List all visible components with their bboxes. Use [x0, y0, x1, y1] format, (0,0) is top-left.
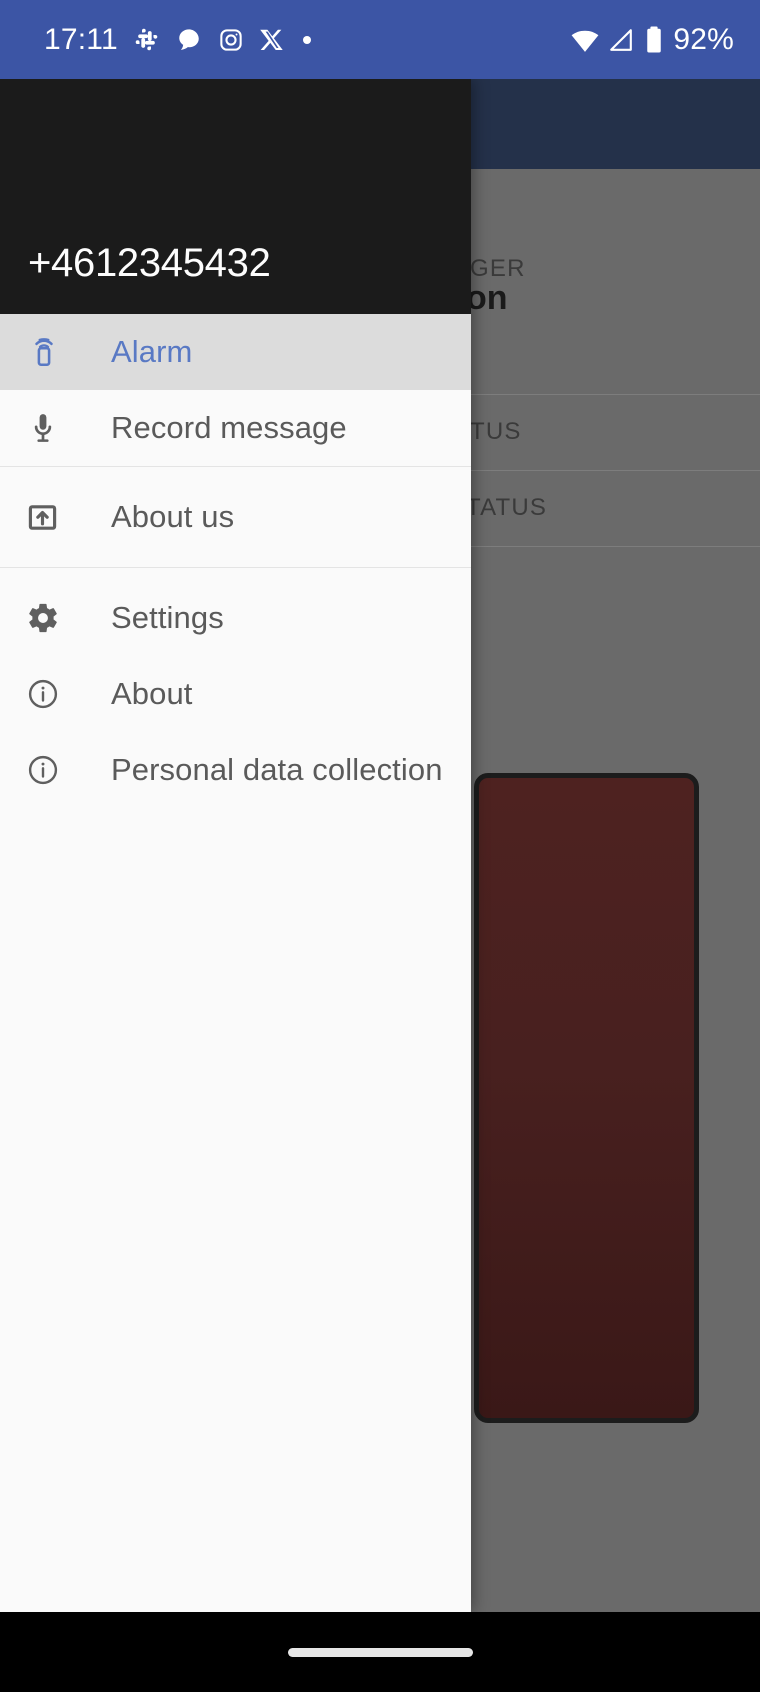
status-clock: 17:11	[44, 22, 118, 56]
drawer-group-about-us: About us	[0, 467, 471, 568]
slack-icon	[133, 26, 160, 53]
drawer-item-about[interactable]: About	[0, 656, 471, 732]
open-in-new-icon	[26, 501, 84, 534]
dot-icon	[301, 34, 313, 46]
cellular-signal-icon	[607, 26, 635, 54]
drawer-phone-number: +4612345432	[28, 241, 271, 285]
drawer-item-alarm[interactable]: Alarm	[0, 314, 471, 390]
home-gesture-pill[interactable]	[287, 1647, 473, 1657]
drawer-group-secondary: Settings About Personal data collection	[0, 568, 471, 808]
device-signal-icon	[26, 334, 84, 370]
system-navigation-bar	[0, 1612, 760, 1692]
x-twitter-icon	[260, 27, 285, 52]
drawer-item-label: Personal data collection	[111, 752, 443, 787]
drawer-item-label: Settings	[111, 600, 224, 635]
drawer-item-label: Record message	[111, 410, 347, 445]
drawer-item-record-message[interactable]: Record message	[0, 390, 471, 466]
status-bar-right: 92%	[570, 23, 734, 57]
drawer-item-personal-data-collection[interactable]: Personal data collection	[0, 732, 471, 808]
info-circle-icon	[26, 753, 84, 787]
drawer-group-primary: Alarm Record message	[0, 314, 471, 467]
info-circle-icon	[26, 677, 84, 711]
drawer-header: +4612345432	[0, 79, 471, 314]
gear-icon	[26, 601, 84, 635]
instagram-icon	[218, 27, 244, 53]
drawer-menu: Alarm Record message About us Settings A…	[0, 314, 471, 1612]
drawer-item-settings[interactable]: Settings	[0, 580, 471, 656]
status-notification-icons	[133, 26, 313, 53]
phone-screen: GER on TUS TATUS +4612345432 Alarm Recor…	[0, 0, 760, 1692]
chat-bubble-icon	[176, 27, 202, 53]
battery-percentage: 92%	[673, 22, 734, 56]
status-bar-left: 17:11	[44, 23, 313, 57]
battery-icon	[642, 25, 666, 55]
navigation-drawer: +4612345432 Alarm Record message About u…	[0, 79, 471, 1612]
wifi-icon	[570, 25, 600, 55]
drawer-item-label: Alarm	[111, 334, 193, 369]
microphone-icon	[26, 411, 84, 445]
drawer-item-label: About us	[111, 499, 235, 534]
drawer-item-about-us[interactable]: About us	[0, 479, 471, 555]
status-bar: 17:11 92%	[0, 0, 760, 79]
drawer-item-label: About	[111, 676, 193, 711]
